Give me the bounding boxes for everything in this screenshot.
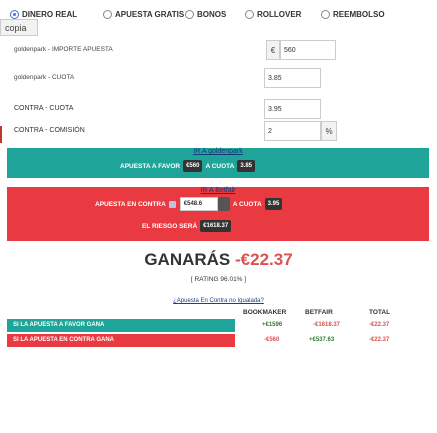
bet-type-options: DINERO REAL APUESTA GRATIS BONOS ROLLOVE… xyxy=(0,0,437,38)
commission-row: CONTRA - COMISIÓN 2 % xyxy=(0,121,437,143)
liability-line: EL RIESGO SERÁ €1618.37 xyxy=(142,220,232,232)
back-at-odds: A CUOTA xyxy=(205,162,235,170)
back-odds-badge: 3.85 xyxy=(237,160,256,172)
unmatched-lay-link[interactable]: ¿Apuesta En Contra no Igualada? xyxy=(0,298,437,304)
stake-input[interactable]: 560 xyxy=(280,40,336,60)
total-cell: -€22.37 xyxy=(369,322,390,328)
odds-row: goldenpark - CUOTA 3.85 xyxy=(0,68,437,90)
table-row: SI LA APUESTA EN CONTRA GANA xyxy=(7,334,235,347)
option-dinero-real[interactable]: DINERO REAL xyxy=(10,10,77,19)
option-rollover[interactable]: ROLLOVER xyxy=(245,10,301,19)
option-label: REEMBOLSO xyxy=(333,10,385,19)
odds-label: goldenpark - CUOTA xyxy=(14,74,75,81)
copy-button[interactable]: copia xyxy=(0,19,38,36)
lay-at-odds: A CUOTA xyxy=(232,200,262,208)
bookmaker-link[interactable]: IR A goldenpark xyxy=(7,148,429,155)
radio-dinero-real[interactable] xyxy=(10,10,19,19)
total-cell: -€22.37 xyxy=(369,337,390,343)
back-prefix: APUESTA A FAVOR xyxy=(120,162,181,170)
betfair-cell: -€1618.37 xyxy=(313,322,341,328)
table-row: SI LA APUESTA A FAVOR GANA xyxy=(7,319,235,332)
option-bonos[interactable]: BONOS xyxy=(185,10,226,19)
commission-input[interactable]: 2 xyxy=(264,121,321,141)
option-label: DINERO REAL xyxy=(22,10,78,19)
bookmaker-cell: +€1596 xyxy=(262,322,283,328)
info-icon[interactable] xyxy=(168,200,176,208)
option-reembolso[interactable]: REEMBOLSO xyxy=(321,10,385,19)
lay-odds-badge: 3.95 xyxy=(264,198,283,210)
col-header-betfair: BETFAIR xyxy=(305,309,333,316)
col-header-bookmaker: BOOKMAKER xyxy=(243,309,287,316)
back-stake-badge: €560 xyxy=(183,160,203,172)
recalc-button[interactable] xyxy=(217,197,230,211)
percent-addon: % xyxy=(321,121,337,141)
liability-label: EL RIESGO SERÁ xyxy=(142,222,198,230)
odds-input[interactable]: 3.85 xyxy=(264,68,321,88)
back-bet-line: APUESTA A FAVOR €560 A CUOTA 3.85 xyxy=(120,160,256,172)
stake-row: goldenpark - IMPORTE APUESTA € 560 xyxy=(0,40,437,62)
lay-odds-input[interactable]: 3.95 xyxy=(264,99,321,119)
lay-prefix: APUESTA EN CONTRA xyxy=(95,200,166,208)
option-label: APUESTA GRATIS xyxy=(115,10,185,19)
row-label: SI LA APUESTA EN CONTRA GANA xyxy=(13,337,115,343)
row-label: SI LA APUESTA A FAVOR GANA xyxy=(13,322,105,328)
lay-bet-bar: IR A Betfair APUESTA EN CONTRA €548.6 A … xyxy=(7,187,429,241)
rating-text: [ RATING 96.01% ] xyxy=(190,276,247,283)
exchange-link[interactable]: IR A Betfair xyxy=(7,187,429,194)
lay-odds-label: CONTRA - CUOTA xyxy=(14,105,74,112)
radio-reembolso[interactable] xyxy=(321,10,330,19)
profit-value: -€22.37 xyxy=(235,250,293,269)
option-label: ROLLOVER xyxy=(257,10,302,19)
col-header-total: TOTAL xyxy=(369,309,391,316)
option-apuesta-gratis[interactable]: APUESTA GRATIS xyxy=(103,10,184,19)
radio-bonos[interactable] xyxy=(185,10,194,19)
betfair-cell: +€537.63 xyxy=(309,337,335,343)
stake-label: goldenpark - IMPORTE APUESTA xyxy=(14,46,113,53)
liability-badge: €1618.37 xyxy=(200,220,232,232)
currency-addon: € xyxy=(266,40,280,60)
commission-label: CONTRA - COMISIÓN xyxy=(14,127,85,134)
radio-rollover[interactable] xyxy=(245,10,254,19)
option-label: BONOS xyxy=(197,10,227,19)
lay-odds-row: CONTRA - CUOTA 3.95 xyxy=(0,99,437,121)
radio-apuesta-gratis[interactable] xyxy=(103,10,112,19)
lay-stake-input[interactable]: €548.6 xyxy=(179,197,218,211)
profit-summary: GANARÁS -€22.37 xyxy=(0,250,437,270)
profit-label: GANARÁS xyxy=(144,250,231,269)
back-bet-bar: IR A goldenpark APUESTA A FAVOR €560 A C… xyxy=(7,148,429,178)
lay-bet-line: APUESTA EN CONTRA €548.6 A CUOTA 3.95 xyxy=(95,197,283,211)
bookmaker-cell: -€560 xyxy=(264,337,280,343)
